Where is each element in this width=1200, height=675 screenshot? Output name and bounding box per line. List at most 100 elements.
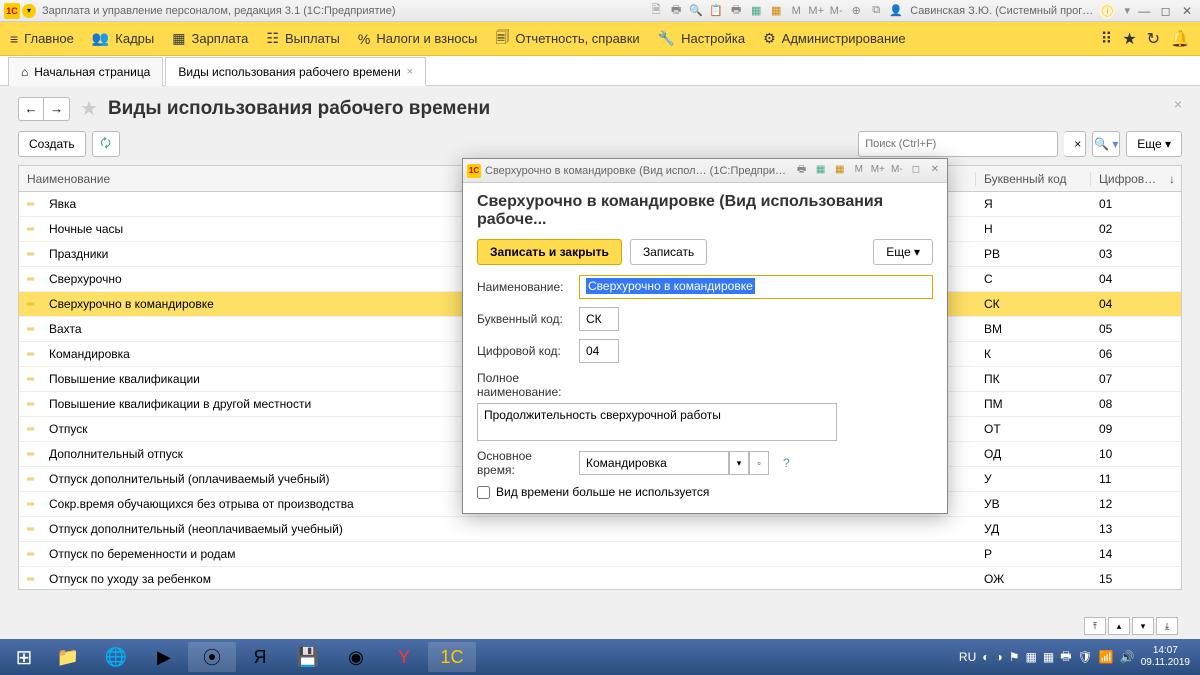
menu-vyplaty[interactable]: ☷Выплаты: [266, 30, 339, 47]
dialog-toolbar: Записать и закрыть Записать Еще ▾: [463, 235, 947, 275]
dialog-more-button[interactable]: Еще ▾: [873, 239, 933, 265]
menu-admin[interactable]: ⚙Администрирование: [763, 30, 906, 47]
table-row[interactable]: Отпуск дополнительный (неоплачиваемый уч…: [19, 517, 1181, 542]
tray-icon[interactable]: 🛡: [1078, 650, 1093, 664]
menu-zarplata[interactable]: ▦Зарплата: [172, 30, 248, 47]
taskbar-chrome[interactable]: ⦿: [188, 642, 236, 672]
maximize-button[interactable]: ◻: [1157, 3, 1175, 19]
num-field[interactable]: [579, 339, 619, 363]
tab-worktime-types[interactable]: Виды использования рабочего времени×: [165, 57, 426, 86]
refresh-button[interactable]: 🗘: [92, 131, 120, 157]
scroll-up-button[interactable]: ▴: [1108, 617, 1130, 635]
dialog-logo-icon: 1C: [467, 164, 481, 178]
d-icon[interactable]: 🖶: [794, 162, 810, 179]
basetime-field[interactable]: [579, 451, 729, 475]
tray-lang[interactable]: RU: [959, 650, 976, 664]
d-mplus[interactable]: M+: [870, 164, 886, 175]
tb-calendar-icon[interactable]: ▦: [748, 3, 764, 19]
menu-icon: ≡: [10, 31, 18, 47]
table-row[interactable]: Отпуск по беременности и родамР14: [19, 542, 1181, 567]
taskbar-app[interactable]: ◉: [332, 642, 380, 672]
menu-nastroika[interactable]: 🔧Настройка: [658, 30, 745, 47]
tb-icon[interactable]: 🖶: [668, 3, 684, 19]
menu-otchet[interactable]: 🗐Отчетность, справки: [495, 27, 639, 51]
tab-close-icon[interactable]: ×: [407, 66, 413, 78]
col-code[interactable]: Буквенный код: [976, 172, 1091, 186]
col-num[interactable]: Цифров…↓: [1091, 172, 1181, 186]
search-button[interactable]: 🔍 ▾: [1092, 131, 1120, 157]
tray-icon[interactable]: ▦: [1043, 650, 1054, 664]
scroll-bottom-button[interactable]: ⤓: [1156, 617, 1178, 635]
tb-mplus[interactable]: M+: [808, 3, 824, 19]
save-button[interactable]: Записать: [630, 239, 707, 265]
scroll-down-button[interactable]: ▾: [1132, 617, 1154, 635]
tb-icon[interactable]: 🗎: [648, 3, 664, 19]
tb-icon[interactable]: ⧉: [868, 3, 884, 19]
tb-icon[interactable]: 📋: [708, 3, 724, 19]
more-button[interactable]: Еще ▾: [1126, 131, 1182, 157]
search-clear-button[interactable]: ×: [1064, 131, 1086, 157]
combo-open-button[interactable]: ▫: [749, 451, 769, 475]
tb-icon[interactable]: 🖶: [728, 3, 744, 19]
tb-icon[interactable]: ▦: [768, 3, 784, 19]
taskbar-ie[interactable]: 🌐: [92, 642, 140, 672]
tb-m[interactable]: M: [788, 3, 804, 19]
tray-icon[interactable]: 🖶: [1060, 647, 1071, 668]
unused-checkbox[interactable]: [477, 486, 490, 499]
taskbar-save[interactable]: 💾: [284, 642, 332, 672]
tb-icon[interactable]: ⊕: [848, 3, 864, 19]
current-user[interactable]: Савинская З.Ю. (Системный прог…: [910, 5, 1093, 17]
tray-icon[interactable]: 🔊: [1120, 650, 1135, 664]
taskbar-ybrowser[interactable]: Y: [380, 642, 428, 672]
start-button[interactable]: [4, 642, 44, 672]
tray-icon[interactable]: ⚑: [1009, 650, 1020, 664]
taskbar-player[interactable]: ▶: [140, 642, 188, 672]
taskbar-yandex[interactable]: Я: [236, 642, 284, 672]
d-icon[interactable]: ▦: [813, 164, 829, 175]
menu-main[interactable]: ≡Главное: [10, 31, 74, 47]
bell-icon[interactable]: 🔔: [1170, 29, 1190, 49]
favorite-star-icon[interactable]: ★: [80, 96, 98, 121]
menu-kadry[interactable]: 👥Кадры: [92, 30, 154, 47]
star-icon[interactable]: ★: [1122, 29, 1136, 49]
combo-dropdown-button[interactable]: ▾: [729, 451, 749, 475]
dialog-restore-button[interactable]: ◻: [908, 164, 924, 175]
taskbar-explorer[interactable]: 📁: [44, 642, 92, 672]
d-mminus[interactable]: M-: [889, 164, 905, 175]
dd-icon[interactable]: ▾: [1119, 3, 1135, 19]
fullname-field[interactable]: Продолжительность сверхурочной работы: [477, 403, 837, 441]
dialog-close-button[interactable]: ✕: [927, 164, 943, 175]
tray-icon[interactable]: ◑: [996, 650, 1003, 664]
nav-back-button[interactable]: ←: [18, 97, 44, 121]
tb-icon[interactable]: 🔍: [688, 3, 704, 19]
table-row[interactable]: Отпуск по уходу за ребенкомОЖ15: [19, 567, 1181, 590]
create-button[interactable]: Создать: [18, 131, 86, 157]
basetime-combo[interactable]: ▾ ▫: [579, 451, 769, 475]
row-code: УВ: [976, 497, 1091, 511]
window-titlebar: 1C ▾ Зарплата и управление персоналом, р…: [0, 0, 1200, 22]
menu-nalogi[interactable]: %Налоги и взносы: [358, 31, 478, 47]
tray-clock[interactable]: 14:07 09.11.2019: [1141, 645, 1190, 669]
help-icon[interactable]: ?: [783, 456, 790, 470]
history-icon[interactable]: ↻: [1147, 29, 1160, 49]
name-field[interactable]: Сверхурочно в командировке: [579, 275, 933, 299]
minimize-button[interactable]: —: [1135, 3, 1153, 19]
tab-home[interactable]: ⌂Начальная страница: [8, 57, 163, 86]
tray-icon[interactable]: 📶: [1099, 650, 1114, 664]
d-m[interactable]: M: [851, 164, 867, 175]
code-field[interactable]: [579, 307, 619, 331]
taskbar-1c[interactable]: 1C: [428, 642, 476, 672]
apps-icon[interactable]: ⠿: [1101, 29, 1113, 49]
tray-icon[interactable]: ▦: [1026, 650, 1037, 664]
app-menu-dropdown[interactable]: ▾: [22, 4, 36, 18]
scroll-top-button[interactable]: ⤒: [1084, 617, 1106, 635]
search-input[interactable]: [858, 131, 1058, 157]
page-close-icon[interactable]: ×: [1174, 96, 1182, 112]
info-icon[interactable]: ⓘ: [1099, 3, 1115, 19]
nav-fwd-button[interactable]: →: [44, 97, 70, 121]
tb-mminus[interactable]: M-: [828, 3, 844, 19]
tray-icon[interactable]: ◐: [982, 650, 989, 664]
d-icon[interactable]: ▦: [832, 164, 848, 175]
close-button[interactable]: ✕: [1178, 3, 1196, 19]
save-close-button[interactable]: Записать и закрыть: [477, 239, 622, 265]
